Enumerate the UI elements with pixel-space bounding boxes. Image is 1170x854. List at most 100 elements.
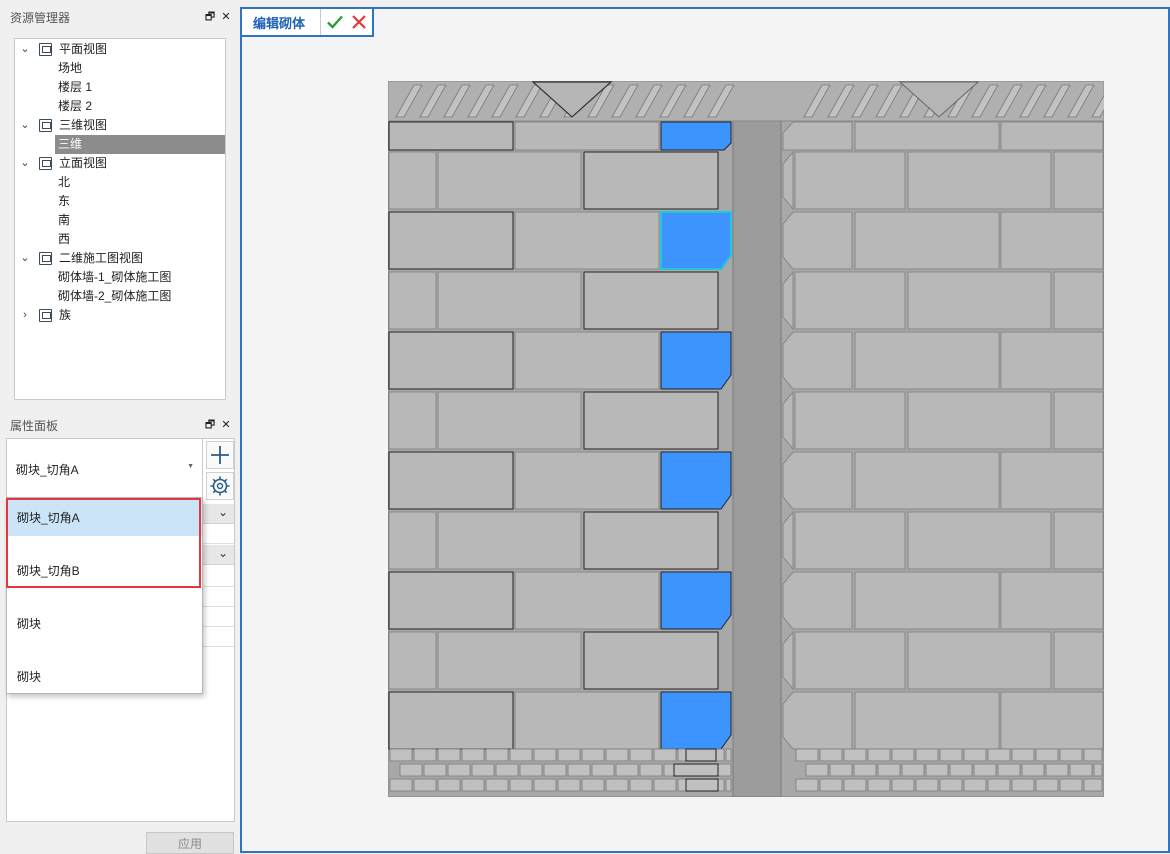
small-brick — [509, 778, 533, 792]
chevron-down-icon[interactable]: ⌄ — [19, 154, 31, 173]
small-brick — [963, 748, 987, 762]
tree-item-label: 楼层 1 — [58, 80, 93, 94]
small-brick — [997, 763, 1021, 777]
confirm-button[interactable] — [325, 12, 345, 32]
small-brick — [939, 778, 963, 792]
family-icon — [39, 309, 52, 322]
masonry-block — [514, 331, 660, 390]
masonry-block — [907, 271, 1052, 330]
masonry-block — [782, 211, 853, 270]
masonry-block — [907, 391, 1052, 450]
masonry-block — [388, 151, 437, 210]
edit-masonry-title: 编辑砌体 — [253, 15, 306, 31]
type-settings-button[interactable] — [206, 472, 234, 500]
masonry-block — [794, 271, 906, 330]
masonry-block — [514, 691, 660, 750]
tree-item-label: 西 — [58, 232, 71, 246]
masonry-block — [388, 391, 437, 450]
small-brick — [1059, 748, 1083, 762]
chevron-down-icon[interactable]: ⌄ — [19, 40, 31, 59]
restore-icon[interactable]: 🗗 — [204, 11, 216, 23]
small-brick — [1045, 763, 1069, 777]
small-brick — [629, 748, 653, 762]
type-selector[interactable]: 砌块_切角A ▼ — [7, 439, 203, 499]
small-brick — [557, 748, 581, 762]
tree-item-label: 砌体墙-2_砌体施工图 — [58, 289, 172, 303]
masonry-block — [1000, 211, 1104, 270]
chevron-right-icon[interactable]: › — [19, 306, 31, 325]
close-icon[interactable]: ✕ — [220, 11, 232, 23]
chevron-down-icon[interactable]: ⌄ — [19, 249, 31, 268]
masonry-wall-drawing[interactable] — [388, 81, 1104, 797]
dropdown-option[interactable]: 砌块 — [7, 606, 202, 642]
small-brick — [629, 778, 653, 792]
small-brick — [725, 778, 732, 792]
edit-masonry-tab: 编辑砌体 — [240, 7, 374, 37]
restore-icon[interactable]: 🗗 — [204, 419, 216, 431]
tree-item-label: 族 — [59, 308, 72, 322]
chevron-down-icon[interactable]: ⌄ — [19, 116, 31, 135]
masonry-block — [1053, 151, 1104, 210]
small-brick — [437, 748, 461, 762]
tree-item[interactable]: 三维 — [55, 135, 225, 154]
masonry-block — [1000, 571, 1104, 630]
tree-item[interactable]: ⌄ 二维施工图视图 — [15, 249, 225, 268]
masonry-block — [514, 451, 660, 510]
masonry-block — [388, 631, 437, 690]
apply-button[interactable]: 应用 — [146, 832, 234, 854]
small-brick — [819, 748, 843, 762]
small-brick — [533, 778, 557, 792]
tree-item[interactable]: ⌄ 平面视图 — [15, 40, 225, 59]
masonry-block — [437, 271, 582, 330]
structural-column — [732, 81, 782, 797]
masonry-block — [1053, 511, 1104, 570]
plus-icon — [211, 446, 229, 464]
small-brick — [581, 778, 605, 792]
small-brick — [891, 778, 915, 792]
close-icon[interactable]: ✕ — [220, 419, 232, 431]
tree-item-label: 二维施工图视图 — [59, 251, 144, 265]
masonry-block — [583, 511, 719, 570]
add-type-button[interactable] — [206, 441, 234, 469]
small-brick — [543, 763, 567, 777]
small-brick — [795, 778, 819, 792]
masonry-block — [782, 691, 853, 750]
small-brick — [939, 748, 963, 762]
small-brick — [987, 748, 1011, 762]
small-brick — [1021, 763, 1045, 777]
small-brick — [533, 748, 557, 762]
masonry-block — [388, 451, 514, 510]
cancel-button[interactable] — [349, 12, 369, 32]
masonry-block — [388, 211, 514, 270]
tree-item[interactable]: ⌄ 三维视图 — [15, 116, 225, 135]
masonry-block — [1000, 451, 1104, 510]
dropdown-option[interactable]: 砌块_切角B — [7, 553, 202, 589]
masonry-block — [1000, 691, 1104, 750]
masonry-block — [1053, 271, 1104, 330]
small-brick — [605, 748, 629, 762]
tree-item[interactable]: ⌄ 立面视图 — [15, 154, 225, 173]
small-brick — [867, 778, 891, 792]
small-brick — [413, 748, 437, 762]
small-brick — [853, 763, 877, 777]
masonry-block — [583, 391, 719, 450]
small-brick — [1093, 763, 1103, 777]
masonry-block — [514, 121, 660, 151]
type-dropdown-list: 砌块_切角A 砌块_切角B 砌块 砌块 — [6, 497, 203, 694]
small-brick — [581, 748, 605, 762]
masonry-block — [583, 271, 719, 330]
small-brick — [891, 748, 915, 762]
chevron-down-icon: ⌄ — [217, 505, 228, 519]
dropdown-option[interactable]: 砌块_切角A — [7, 500, 202, 536]
resource-panel-title: 资源管理器 — [10, 10, 71, 25]
small-brick — [485, 748, 509, 762]
masonry-editor-view[interactable]: 编辑砌体 — [240, 7, 1170, 853]
masonry-block — [437, 631, 582, 690]
masonry-block — [854, 451, 1000, 510]
small-brick — [925, 763, 949, 777]
resource-tree: ⌄ 平面视图 场地 楼层 1 楼层 2 ⌄ 三维视图 三维 ⌄ 立面视图北东南西 ⌄ 二维施工图视图砌… — [14, 38, 226, 400]
dropdown-option[interactable]: 砌块 — [7, 659, 202, 695]
dropdown-caret-icon: ▼ — [187, 463, 194, 470]
tree-item[interactable]: › 族 — [15, 306, 225, 325]
tree-item-label: 南 — [58, 213, 71, 227]
